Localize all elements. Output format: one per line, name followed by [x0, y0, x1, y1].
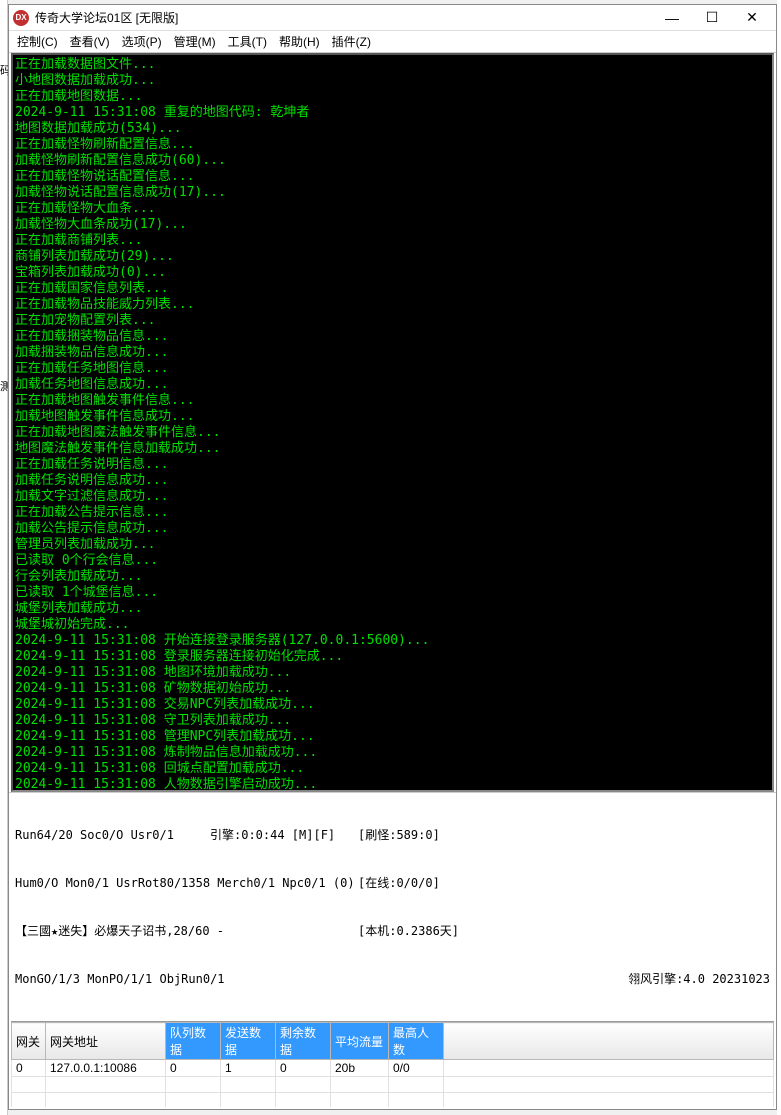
log-line: 2024-9-11 15:31:08 开始连接登录服务器(127.0.0.1:5…: [15, 633, 770, 649]
cell-max: 0/0: [389, 1060, 444, 1077]
cell-spacer: [444, 1060, 774, 1077]
log-line: 小地图数据加载成功...: [15, 73, 770, 89]
close-button[interactable]: ✕: [732, 6, 772, 30]
titlebar[interactable]: DX 传奇大学论坛01区 [无限版] — ☐ ✕: [9, 5, 776, 31]
log-line: 正在加载商铺列表...: [15, 233, 770, 249]
log-line: 正在加载任务地图信息...: [15, 361, 770, 377]
log-line: 加载捆装物品信息成功...: [15, 345, 770, 361]
log-line: 正在加载任务说明信息...: [15, 457, 770, 473]
app-icon: DX: [13, 10, 29, 26]
log-line: 2024-9-11 15:31:08 地图环境加载成功...: [15, 665, 770, 681]
col-avg[interactable]: 平均流量: [331, 1023, 389, 1060]
status-book: 【三國★迷失】必爆天子诏书,28/60 -: [15, 923, 358, 939]
log-line: 加载任务地图信息成功...: [15, 377, 770, 393]
menu-view[interactable]: 查看(V): [70, 33, 110, 50]
col-gate[interactable]: 网关: [12, 1023, 46, 1060]
col-spacer: [444, 1023, 774, 1060]
status-hum: Hum0/O Mon0/1 UsrRot80/1358 Merch0/1 Npc…: [15, 875, 358, 891]
log-line: 正在加载国家信息列表...: [15, 281, 770, 297]
log-line: 2024-9-11 15:31:08 回城点配置加载成功...: [15, 761, 770, 777]
status-bar: Run64/20 Soc0/O Usr0/1 引擎:0:0:44 [M][F] …: [9, 792, 776, 1021]
col-queue[interactable]: 队列数据: [166, 1023, 221, 1060]
col-addr[interactable]: 网关地址: [46, 1023, 166, 1060]
table-row[interactable]: [12, 1093, 774, 1108]
log-line: 正在加载地图魔法触发事件信息...: [15, 425, 770, 441]
log-line: 2024-9-11 15:31:08 矿物数据初始成功...: [15, 681, 770, 697]
log-line: 行会列表加载成功...: [15, 569, 770, 585]
log-line: 正在加载捆装物品信息...: [15, 329, 770, 345]
cell-send: 1: [221, 1060, 276, 1077]
window-controls: — ☐ ✕: [652, 6, 772, 30]
log-line: 商铺列表加载成功(29)...: [15, 249, 770, 265]
log-line: 正在加载怪物刷新配置信息...: [15, 137, 770, 153]
log-line: 加载公告提示信息成功...: [15, 521, 770, 537]
menu-plugins[interactable]: 插件(Z): [332, 33, 371, 50]
log-line: 2024-9-11 15:31:08 交易NPC列表加载成功...: [15, 697, 770, 713]
log-line: 正在加载地图触发事件信息...: [15, 393, 770, 409]
table-row[interactable]: [12, 1077, 774, 1093]
table-row[interactable]: 0 127.0.0.1:10086 0 1 0 20b 0/0: [12, 1060, 774, 1077]
status-local: [本机:0.2386天]: [358, 923, 770, 939]
window-title: 传奇大学论坛01区 [无限版]: [35, 9, 652, 26]
log-line: 正在加载物品技能威力列表...: [15, 297, 770, 313]
menu-options[interactable]: 选项(P): [122, 33, 162, 50]
menubar: 控制(C) 查看(V) 选项(P) 管理(M) 工具(T) 帮助(H) 插件(Z…: [9, 31, 776, 53]
cell-queue: 0: [166, 1060, 221, 1077]
menu-tools[interactable]: 工具(T): [228, 33, 267, 50]
log-line: 地图数据加载成功(534)...: [15, 121, 770, 137]
cell-addr: 127.0.0.1:10086: [46, 1060, 166, 1077]
log-line: 地图魔法触发事件信息加载成功...: [15, 441, 770, 457]
status-engine: 引擎:0:0:44 [M][F]: [210, 827, 358, 843]
log-line: 2024-9-11 15:31:08 守卫列表加载成功...: [15, 713, 770, 729]
log-line: 加载地图触发事件信息成功...: [15, 409, 770, 425]
minimize-button[interactable]: —: [652, 6, 692, 30]
log-line: 正在加载怪物大血条...: [15, 201, 770, 217]
log-line: 城堡列表加载成功...: [15, 601, 770, 617]
menu-control[interactable]: 控制(C): [17, 33, 58, 50]
col-max[interactable]: 最高人数: [389, 1023, 444, 1060]
log-line: 城堡城初始完成...: [15, 617, 770, 633]
cell-avg: 20b: [331, 1060, 389, 1077]
status-refresh: [刷怪:589:0]: [358, 827, 770, 843]
log-line: 加载怪物大血条成功(17)...: [15, 217, 770, 233]
log-line: 2024-9-11 15:31:08 管理NPC列表加载成功...: [15, 729, 770, 745]
status-run: Run64/20 Soc0/O Usr0/1: [15, 827, 210, 843]
main-window: DX 传奇大学论坛01区 [无限版] — ☐ ✕ 控制(C) 查看(V) 选项(…: [8, 4, 777, 1110]
background-right-strip: [777, 0, 781, 1115]
log-line: 正在加载怪物说话配置信息...: [15, 169, 770, 185]
log-line: 加载怪物说话配置信息成功(17)...: [15, 185, 770, 201]
log-line: 加载任务说明信息成功...: [15, 473, 770, 489]
log-line: 2024-9-11 15:31:08 炼制物品信息加载成功...: [15, 745, 770, 761]
log-line: 2024-9-11 15:31:08 人物数据引擎启动成功...: [15, 777, 770, 792]
menu-manage[interactable]: 管理(M): [174, 33, 216, 50]
background-left-strip: 码 測: [0, 0, 8, 1115]
log-line: 2024-9-11 15:31:08 登录服务器连接初始化完成...: [15, 649, 770, 665]
log-line: 2024-9-11 15:31:08 重复的地图代码: 乾坤者: [15, 105, 770, 121]
menu-help[interactable]: 帮助(H): [279, 33, 320, 50]
log-console[interactable]: 正在加载数据图文件...小地图数据加载成功...正在加载地图数据...2024-…: [11, 53, 774, 792]
log-line: 加载文字过滤信息成功...: [15, 489, 770, 505]
log-line: 已读取 1个城堡信息...: [15, 585, 770, 601]
log-line: 已读取 0个行会信息...: [15, 553, 770, 569]
log-line: 管理员列表加载成功...: [15, 537, 770, 553]
status-online: [在线:0/0/0]: [358, 875, 770, 891]
col-remain[interactable]: 剩余数据: [276, 1023, 331, 1060]
log-line: 正在加载公告提示信息...: [15, 505, 770, 521]
status-mongo: MonGO/1/3 MonPO/1/1 ObjRun0/1: [15, 971, 628, 987]
cell-gate: 0: [12, 1060, 46, 1077]
log-line: 正在加载数据图文件...: [15, 57, 770, 73]
cell-remain: 0: [276, 1060, 331, 1077]
gateway-table-wrapper: 网关 网关地址 队列数据 发送数据 剩余数据 平均流量 最高人数 0 127.0…: [11, 1021, 774, 1107]
gateway-table[interactable]: 网关 网关地址 队列数据 发送数据 剩余数据 平均流量 最高人数 0 127.0…: [11, 1022, 774, 1107]
log-line: 正在加宠物配置列表...: [15, 313, 770, 329]
log-line: 宝箱列表加载成功(0)...: [15, 265, 770, 281]
col-send[interactable]: 发送数据: [221, 1023, 276, 1060]
status-engine-version: 翎风引擎:4.0 20231023: [628, 971, 770, 987]
maximize-button[interactable]: ☐: [692, 6, 732, 30]
log-line: 正在加载地图数据...: [15, 89, 770, 105]
log-line: 加载怪物刷新配置信息成功(60)...: [15, 153, 770, 169]
